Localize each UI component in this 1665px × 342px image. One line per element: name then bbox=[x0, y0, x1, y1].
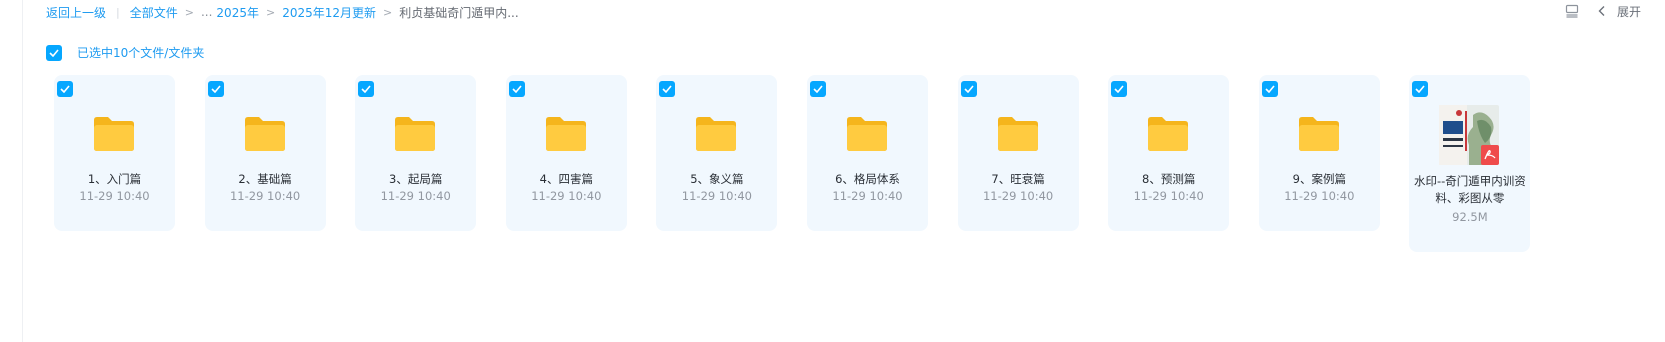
item-checkbox[interactable] bbox=[57, 81, 73, 97]
item-modified-time: 11-29 10:40 bbox=[229, 189, 301, 203]
select-all-toggle[interactable]: 已选中10个文件/文件夹 bbox=[46, 44, 204, 61]
folder-icon bbox=[545, 117, 586, 151]
item-name: 8、预测篇 bbox=[1142, 172, 1196, 186]
folder-card[interactable]: 6、格局体系 11-29 10:40 bbox=[807, 75, 928, 231]
folder-card[interactable]: 3、起局篇 11-29 10:40 bbox=[355, 75, 477, 231]
select-all-checkbox[interactable] bbox=[46, 44, 62, 61]
item-name: 7、旺衰篇 bbox=[991, 172, 1045, 186]
item-name: 3、起局篇 bbox=[389, 172, 443, 186]
item-name: 1、入门篇 bbox=[87, 172, 142, 186]
selection-count-label: 已选中10个文件/文件夹 bbox=[77, 46, 205, 60]
back-link[interactable]: 返回上一级 bbox=[46, 4, 106, 21]
folder-icon bbox=[997, 117, 1038, 151]
item-checkbox[interactable] bbox=[810, 81, 826, 97]
item-modified-time: 11-29 10:40 bbox=[79, 189, 150, 203]
breadcrumb-separator: > bbox=[265, 5, 276, 19]
folder-card[interactable]: 8、预测篇 11-29 10:40 bbox=[1108, 75, 1230, 231]
item-file-size: 92.5M bbox=[1452, 210, 1488, 224]
folder-card[interactable]: 4、四害篇 11-29 10:40 bbox=[505, 75, 627, 231]
item-checkbox[interactable] bbox=[1261, 81, 1278, 97]
folder-card[interactable]: 7、旺衰篇 11-29 10:40 bbox=[957, 75, 1079, 231]
folder-icon bbox=[1148, 117, 1189, 151]
folder-icon bbox=[244, 117, 285, 151]
item-modified-time: 11-29 10:40 bbox=[982, 189, 1054, 203]
content-left-border bbox=[22, 0, 23, 342]
item-modified-time: 11-29 10:40 bbox=[380, 189, 451, 203]
folder-icon bbox=[395, 117, 436, 151]
breadcrumb-separator: > bbox=[383, 5, 393, 19]
view-toolbar: 展开 bbox=[1563, 2, 1641, 20]
breadcrumb-divider: | bbox=[116, 5, 120, 19]
list-view-icon[interactable] bbox=[1563, 2, 1581, 20]
pdf-file-card[interactable]: 水印--奇门遁甲内训资料、彩图从零 92.5M bbox=[1409, 75, 1531, 252]
folder-card[interactable]: 5、象义篇 11-29 10:40 bbox=[656, 75, 778, 231]
item-modified-time: 11-29 10:40 bbox=[1133, 189, 1204, 203]
folder-icon bbox=[94, 117, 134, 151]
item-modified-time: 11-29 10:40 bbox=[1284, 189, 1355, 203]
item-name: 6、格局体系 bbox=[835, 172, 900, 186]
breadcrumb-month[interactable]: 2025年12月更新 bbox=[282, 4, 376, 21]
breadcrumb-current: 利贞基础奇门遁甲内... bbox=[399, 5, 519, 20]
item-modified-time: 11-29 10:40 bbox=[531, 189, 602, 203]
item-checkbox[interactable] bbox=[508, 81, 525, 97]
item-name: 5、象义篇 bbox=[690, 172, 744, 186]
folder-icon bbox=[696, 117, 737, 151]
breadcrumb-separator: > bbox=[184, 5, 194, 19]
folder-icon bbox=[1298, 117, 1339, 151]
item-checkbox[interactable] bbox=[659, 81, 676, 97]
item-checkbox[interactable] bbox=[960, 81, 977, 97]
expand-button[interactable]: 展开 bbox=[1593, 2, 1641, 20]
breadcrumb: 返回上一级 | 全部文件 > ... 2025年 > 2025年12月更新 > … bbox=[46, 4, 519, 20]
item-name: 水印--奇门遁甲内训资料、彩图从零 bbox=[1413, 174, 1526, 205]
item-name: 4、四害篇 bbox=[539, 172, 593, 186]
folder-icon bbox=[847, 117, 887, 151]
item-checkbox[interactable] bbox=[1111, 81, 1128, 97]
item-checkbox[interactable] bbox=[358, 81, 375, 97]
item-checkbox[interactable] bbox=[207, 81, 224, 97]
expand-label: 展开 bbox=[1616, 4, 1641, 19]
breadcrumb-ellipsis[interactable]: ... bbox=[201, 5, 212, 19]
item-name: 9、案例篇 bbox=[1292, 172, 1346, 186]
pdf-thumbnail bbox=[1439, 105, 1500, 165]
folder-card[interactable]: 1、入门篇 11-29 10:40 bbox=[54, 75, 175, 231]
folder-card[interactable]: 2、基础篇 11-29 10:40 bbox=[204, 75, 326, 231]
breadcrumb-all-files[interactable]: 全部文件 bbox=[130, 4, 178, 21]
item-checkbox[interactable] bbox=[1412, 81, 1429, 97]
item-name: 2、基础篇 bbox=[238, 172, 292, 186]
breadcrumb-year[interactable]: 2025年 bbox=[216, 4, 259, 21]
item-modified-time: 11-29 10:40 bbox=[681, 189, 752, 203]
chevron-left-icon bbox=[1593, 2, 1611, 20]
item-modified-time: 11-29 10:40 bbox=[832, 189, 903, 203]
folder-card[interactable]: 9、案例篇 11-29 10:40 bbox=[1258, 75, 1380, 231]
